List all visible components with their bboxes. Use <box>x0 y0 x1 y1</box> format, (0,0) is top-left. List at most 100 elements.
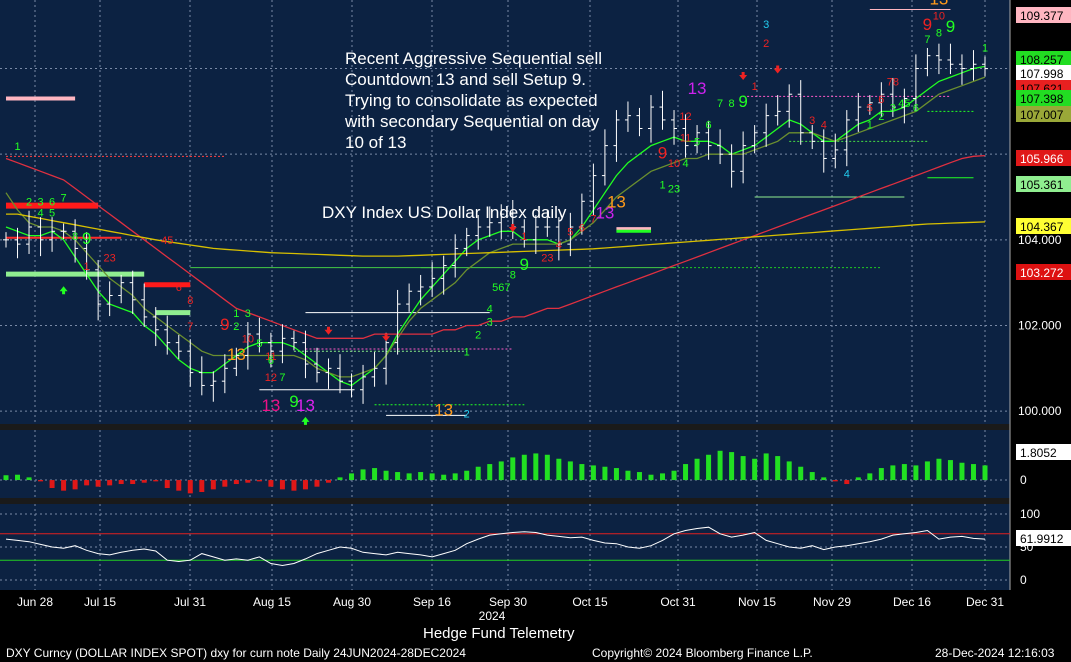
td-count-label: 45 <box>161 235 173 247</box>
momentum-bar <box>475 466 481 481</box>
momentum-bar <box>429 473 435 481</box>
td-count-label: 13 <box>688 79 707 98</box>
td-count-label: 1 <box>84 261 90 273</box>
momentum-value-label: 1.8052 <box>1020 446 1057 460</box>
momentum-bar <box>130 480 136 485</box>
momentum-bar <box>959 462 965 481</box>
x-tick-label: Sep 16 <box>413 595 451 609</box>
momentum-bar <box>821 477 827 481</box>
momentum-bar <box>153 480 159 482</box>
td-count-label: 23 <box>541 252 553 264</box>
momentum-bar <box>521 454 527 481</box>
td-count-label: 6 <box>579 222 585 234</box>
td-count-label: 1 <box>521 231 527 243</box>
momentum-bar <box>924 461 930 481</box>
td-count-label: 6 <box>878 94 884 106</box>
momentum-bar <box>187 480 193 494</box>
td-count-label: 1 <box>464 346 470 358</box>
momentum-bar <box>107 480 113 486</box>
y-tick-label: 102.000 <box>1018 318 1062 332</box>
momentum-bar <box>245 480 251 483</box>
x-tick-label: Sep 30 <box>489 595 527 609</box>
price-label: 107.007 <box>1020 108 1064 122</box>
watermark-telemetry: Hedge Fund Telemetry <box>423 625 575 642</box>
x-tick-label: Aug 15 <box>253 595 291 609</box>
momentum-bar <box>510 457 516 481</box>
momentum-bar <box>809 472 815 481</box>
momentum-bar <box>84 480 90 486</box>
momentum-bar <box>936 458 942 481</box>
momentum-bar <box>913 465 919 481</box>
momentum-bar <box>349 473 355 481</box>
momentum-bar <box>763 453 769 481</box>
momentum-bar <box>556 458 562 481</box>
momentum-bar <box>752 458 758 481</box>
momentum-bar <box>970 464 976 481</box>
td-count-label: 567 <box>492 282 510 294</box>
momentum-bar <box>452 473 458 481</box>
td-count-label: 9 <box>82 229 91 248</box>
momentum-bar <box>901 464 907 481</box>
momentum-bar <box>590 465 596 481</box>
td-count-label: 4 <box>821 119 827 131</box>
momentum-bar <box>337 477 343 481</box>
momentum-bar <box>441 474 447 481</box>
momentum-bar <box>786 461 792 481</box>
td-count-label: 11 <box>680 132 691 144</box>
momentum-bar <box>648 474 654 481</box>
x-tick-label: Oct 31 <box>660 595 696 609</box>
momentum-bar <box>210 480 216 490</box>
momentum-bar <box>602 466 608 481</box>
td-count-label: 2 <box>233 321 239 333</box>
td-count-label: 3 <box>890 102 896 114</box>
td-count-label: 1 <box>982 42 988 54</box>
x-tick-label: Jul 15 <box>84 595 116 609</box>
momentum-bar <box>164 480 170 489</box>
td-count-label: 8 <box>936 27 942 39</box>
momentum-bar <box>395 472 401 481</box>
momentum-bar <box>372 468 378 481</box>
td-count-label: 9 <box>946 17 955 36</box>
td-count-label: 2 <box>464 409 470 421</box>
momentum-bar <box>268 480 274 487</box>
price-label: 107.998 <box>1020 67 1064 81</box>
td-count-label: 1 <box>14 141 20 153</box>
momentum-bar <box>49 480 55 489</box>
momentum-bar <box>406 473 412 481</box>
td-count-label: 2 <box>475 329 481 341</box>
x-tick-label: Jul 31 <box>174 595 206 609</box>
momentum-bar <box>878 468 884 481</box>
momentum-bar <box>740 456 746 481</box>
momentum-bar <box>660 473 666 481</box>
momentum-bar <box>683 464 689 481</box>
momentum-bar <box>867 473 873 481</box>
td-count-label: 8 <box>72 231 78 243</box>
x-tick-label: Dec 31 <box>966 595 1004 609</box>
y-tick-label: 100.000 <box>1018 404 1062 418</box>
momentum-bar <box>613 468 619 481</box>
x-year-label: 2024 <box>479 609 506 623</box>
td-count-label: 6 <box>176 282 182 294</box>
td-count-label: 13 <box>227 345 246 364</box>
chart-title: DXY Index US Dollar Index daily <box>322 203 567 222</box>
chart-annotation: Recent Aggressive Sequential sell Countd… <box>345 49 603 152</box>
x-tick-label: Oct 15 <box>572 595 608 609</box>
td-count-label: 5 <box>567 227 573 239</box>
momentum-bar <box>890 465 896 481</box>
td-count-label: 7 <box>61 192 67 204</box>
momentum-bar <box>72 480 78 490</box>
rsi-y-tick: 100 <box>1020 507 1040 521</box>
rsi-value-label: 61.9912 <box>1020 532 1064 546</box>
td-count-label: 4 <box>37 207 43 219</box>
td-count-label: 7 <box>717 98 723 110</box>
td-count-label: 1 <box>867 119 873 131</box>
momentum-bar <box>832 480 838 482</box>
momentum-bar <box>844 480 850 485</box>
momentum-bar <box>855 477 861 481</box>
td-count-label: 4 <box>487 304 493 316</box>
price-label: 104.367 <box>1020 220 1064 234</box>
price-label: 103.272 <box>1020 266 1064 280</box>
momentum-bar <box>291 480 297 491</box>
chart-window: 100.000 102.000 104.000 1 2 3 4 5 6 7 8 9 1 23 45 6 8 7 9 1… <box>0 0 1071 662</box>
td-count-label: 1 <box>233 308 239 320</box>
